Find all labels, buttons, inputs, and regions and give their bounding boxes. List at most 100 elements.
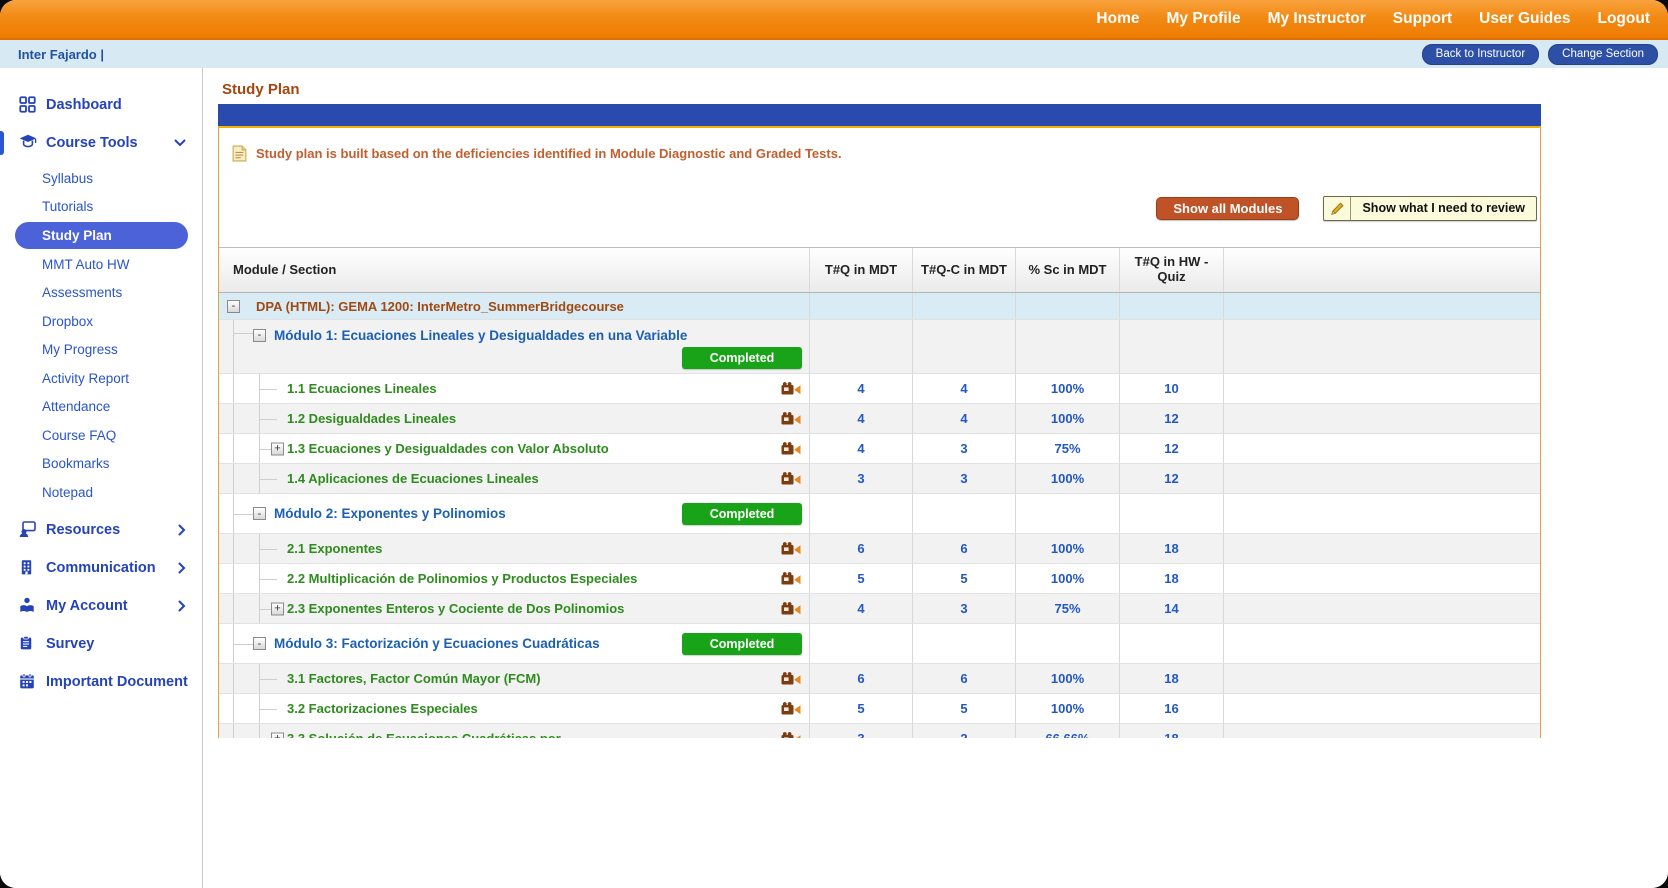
sidebar-item-activity-report[interactable]: Activity Report [0,364,202,393]
sidebar-item-label: Resources [46,522,120,538]
section-title: 3.3 Solución de Ecuaciones Cuadráticas p… [287,731,561,738]
collapse-toggle[interactable]: - [227,300,240,313]
sidebar-item-my-account[interactable]: My Account [0,587,202,625]
nav-user-guides[interactable]: User Guides [1479,10,1570,28]
module-title: Módulo 2: Exponentes y Polinomios [274,506,506,521]
course-tools-submenu: Syllabus Tutorials Study Plan MMT Auto H… [0,162,202,511]
show-review-button[interactable]: Show what I need to review [1323,196,1537,221]
sc-mdt-value: 100% [1015,534,1119,563]
tqc-mdt-value: 3 [912,594,1015,623]
user-name: Inter Fajardo | [0,47,104,62]
sc-mdt-value: 75% [1015,434,1119,463]
back-to-instructor-button[interactable]: Back to Instructor [1422,44,1539,65]
nav-my-profile[interactable]: My Profile [1167,10,1241,28]
nav-support[interactable]: Support [1393,10,1452,28]
my-account-icon [19,597,37,615]
sidebar-item-course-tools[interactable]: Course Tools [0,124,202,162]
expand-toggle[interactable]: + [271,442,284,455]
sidebar-item-syllabus[interactable]: Syllabus [0,164,202,193]
show-all-modules-button[interactable]: Show all Modules [1156,197,1299,220]
video-icon[interactable] [781,602,801,615]
sidebar-item-my-progress[interactable]: My Progress [0,336,202,365]
sidebar-item-mmt-auto-hw[interactable]: MMT Auto HW [0,250,202,279]
section-title: 1.3 Ecuaciones y Desigualdades con Valor… [287,441,609,456]
collapse-toggle[interactable]: - [253,507,266,520]
tq-mdt-value: 4 [809,594,912,623]
show-review-label: Show what I need to review [1351,197,1536,220]
collapse-toggle[interactable]: - [253,329,266,342]
table-row-section[interactable]: + 2.3 Exponentes Enteros y Cociente de D… [219,594,1540,624]
completed-badge: Completed [682,347,802,369]
sidebar-item-bookmarks[interactable]: Bookmarks [0,450,202,479]
nav-home[interactable]: Home [1096,10,1139,28]
sidebar-item-attendance[interactable]: Attendance [0,393,202,422]
tqc-mdt-value: 3 [912,464,1015,493]
video-icon[interactable] [781,542,801,555]
tqc-mdt-value: 5 [912,694,1015,723]
sidebar-item-communication[interactable]: Communication [0,549,202,587]
section-title: 2.3 Exponentes Enteros y Cociente de Dos… [287,601,624,616]
video-icon[interactable] [781,382,801,395]
main-content: Study Plan Study plan is built based on … [203,68,1668,888]
table-row-section[interactable]: + 3.3 Solución de Ecuaciones Cuadráticas… [219,724,1540,738]
section-title: 1.4 Aplicaciones de Ecuaciones Lineales [287,471,539,486]
table-row-course[interactable]: - DPA (HTML): GEMA 1200: InterMetro_Summ… [219,293,1540,320]
video-icon[interactable] [781,672,801,685]
video-icon[interactable] [781,572,801,585]
video-icon[interactable] [781,442,801,455]
tq-hw-value: 12 [1119,404,1223,433]
col-header-module-section: Module / Section [219,248,809,292]
sidebar-item-dashboard[interactable]: Dashboard [0,86,202,124]
video-icon[interactable] [781,472,801,485]
tq-hw-value: 12 [1119,464,1223,493]
table-row-section[interactable]: 1.1 Ecuaciones Lineales 4 4 100% 10 [219,374,1540,404]
sidebar-item-tutorials[interactable]: Tutorials [0,193,202,222]
sidebar-item-important-document[interactable]: Important Document [0,663,202,701]
video-icon[interactable] [781,412,801,425]
sidebar-item-label: Important Document [46,674,188,690]
table-row-section[interactable]: 2.1 Exponentes 6 6 100% 18 [219,534,1540,564]
sidebar-item-course-faq[interactable]: Course FAQ [0,421,202,450]
nav-logout[interactable]: Logout [1597,10,1650,28]
study-plan-panel: Study plan is built based on the deficie… [218,126,1541,738]
video-icon[interactable] [781,702,801,715]
nav-my-instructor[interactable]: My Instructor [1268,10,1366,28]
collapse-toggle[interactable]: - [253,637,266,650]
tq-mdt-value: 4 [809,374,912,403]
table-row-section[interactable]: 3.2 Factorizaciones Especiales 5 5 100% … [219,694,1540,724]
sidebar-item-dropbox[interactable]: Dropbox [0,307,202,336]
dashboard-icon [19,96,37,114]
table-row-module[interactable]: - Módulo 1: Ecuaciones Lineales y Desigu… [219,320,1540,374]
tq-mdt-value: 4 [809,434,912,463]
tqc-mdt-value: 3 [912,434,1015,463]
expand-toggle[interactable]: + [271,602,284,615]
sc-mdt-value: 100% [1015,464,1119,493]
completed-badge: Completed [682,633,802,655]
course-tools-icon [19,134,37,152]
sidebar-item-study-plan[interactable]: Study Plan [15,222,188,249]
table-row-section[interactable]: 2.2 Multiplicación de Polinomios y Produ… [219,564,1540,594]
sidebar-item-notepad[interactable]: Notepad [0,478,202,507]
sidebar-item-resources[interactable]: Resources [0,511,202,549]
important-document-icon [19,673,37,691]
module-title: Módulo 3: Factorización y Ecuaciones Cua… [274,636,600,651]
col-header-tq-mdt: T#Q in MDT [809,248,912,292]
table-row-module[interactable]: - Módulo 2: Exponentes y Polinomios Comp… [219,494,1540,534]
table-row-section[interactable]: + 1.3 Ecuaciones y Desigualdades con Val… [219,434,1540,464]
tq-hw-value: 14 [1119,594,1223,623]
video-icon[interactable] [781,732,801,738]
section-title: 3.2 Factorizaciones Especiales [287,701,478,716]
note-text: Study plan is built based on the deficie… [256,146,842,161]
tqc-mdt-value: 2 [912,724,1015,738]
sidebar-item-assessments[interactable]: Assessments [0,279,202,308]
table-row-module[interactable]: - Módulo 3: Factorización y Ecuaciones C… [219,624,1540,664]
header-band [218,104,1541,126]
table-row-section[interactable]: 1.4 Aplicaciones de Ecuaciones Lineales … [219,464,1540,494]
change-section-button[interactable]: Change Section [1548,44,1658,65]
sidebar-item-survey[interactable]: Survey [0,625,202,663]
tq-hw-value: 18 [1119,534,1223,563]
table-row-section[interactable]: 1.2 Desigualdades Lineales 4 4 100% 12 [219,404,1540,434]
table-row-section[interactable]: 3.1 Factores, Factor Común Mayor (FCM) 6… [219,664,1540,694]
expand-toggle[interactable]: + [271,732,284,738]
tqc-mdt-value: 6 [912,534,1015,563]
